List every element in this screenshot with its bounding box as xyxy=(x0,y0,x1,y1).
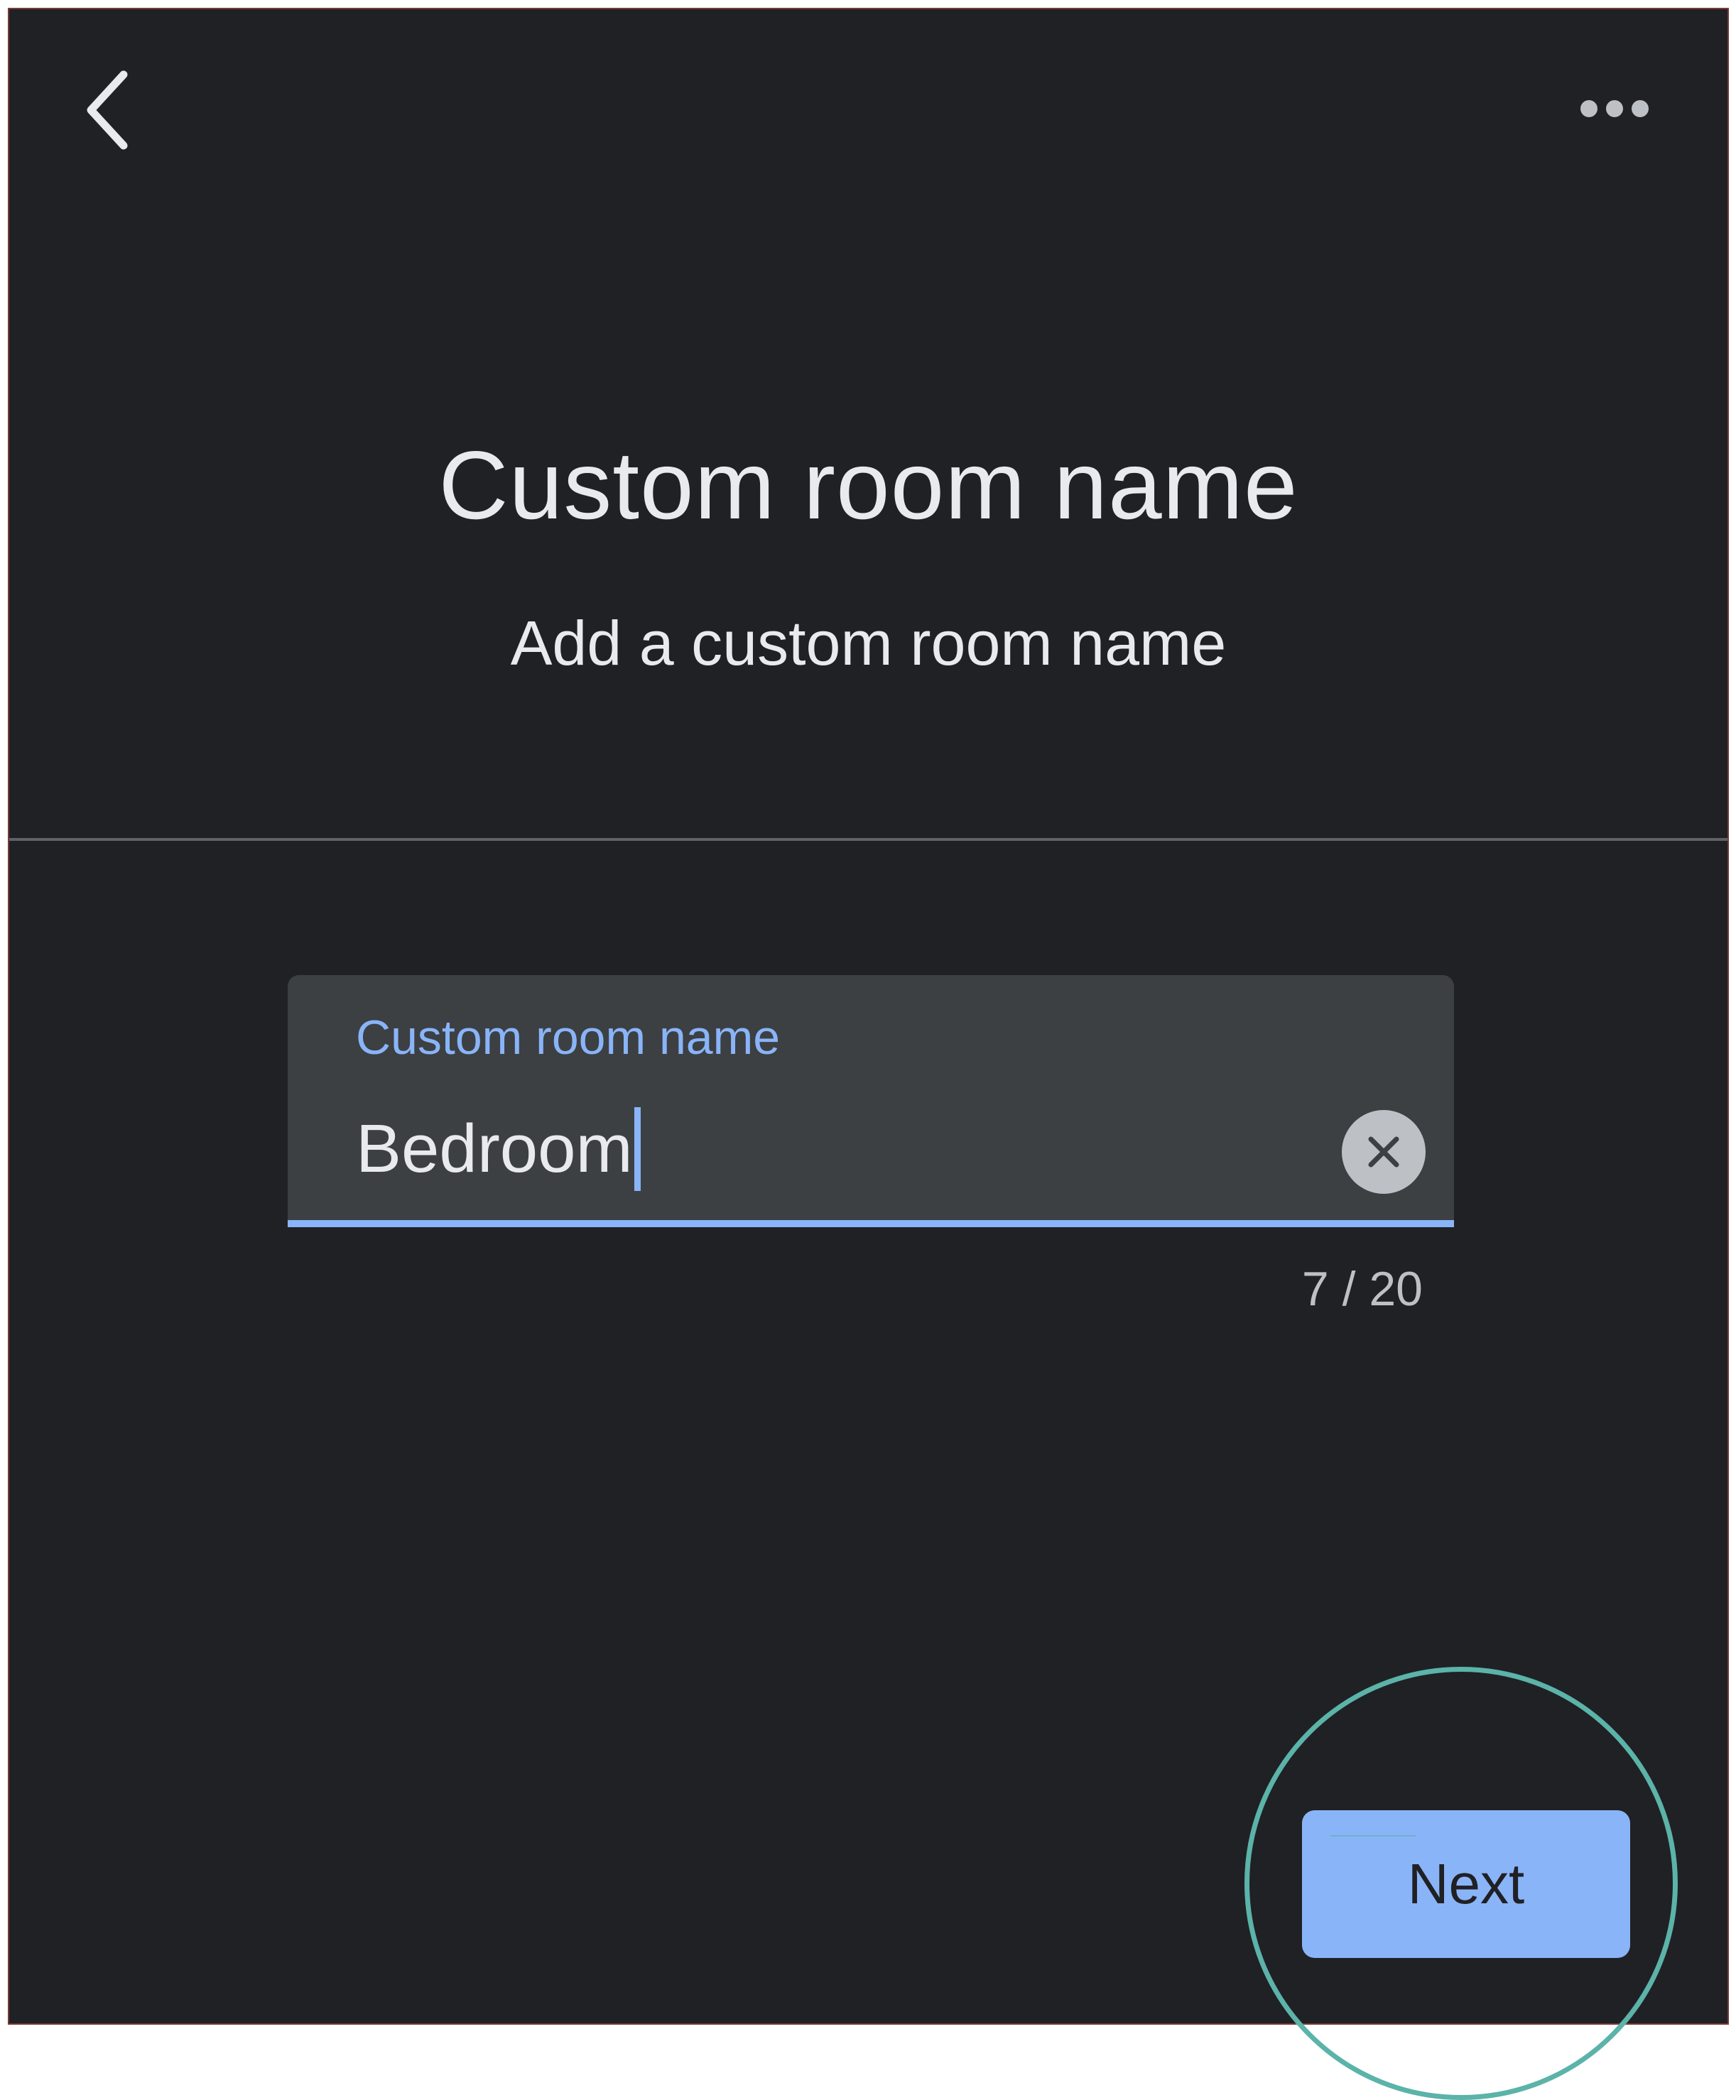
character-counter: 7 / 20 xyxy=(1301,1262,1423,1316)
text-caret xyxy=(634,1107,641,1191)
more-options-button[interactable] xyxy=(1572,80,1657,137)
room-name-input-value: Bedroom xyxy=(356,1111,633,1187)
more-horiz-icon xyxy=(1580,100,1649,117)
room-name-field-label: Custom room name xyxy=(356,1011,781,1065)
close-icon xyxy=(1368,1136,1399,1168)
back-button[interactable] xyxy=(69,60,147,160)
next-button-label: Next xyxy=(1407,1852,1525,1915)
field-active-underline xyxy=(288,1220,1454,1227)
room-name-field[interactable]: Custom room name Bedroom xyxy=(288,975,1454,1227)
room-name-input[interactable]: Bedroom xyxy=(356,1103,641,1195)
highlight-pointer-line xyxy=(1330,1835,1416,1837)
page-subtitle: Add a custom room name xyxy=(510,608,1227,678)
header-divider xyxy=(9,838,1727,841)
clear-text-button[interactable] xyxy=(1342,1110,1426,1194)
chevron-left-icon xyxy=(87,70,128,150)
next-button[interactable]: Next xyxy=(1302,1810,1630,1958)
page-title: Custom room name xyxy=(438,431,1298,539)
room-name-screen: Custom room name Add a custom room name … xyxy=(8,8,1729,2025)
